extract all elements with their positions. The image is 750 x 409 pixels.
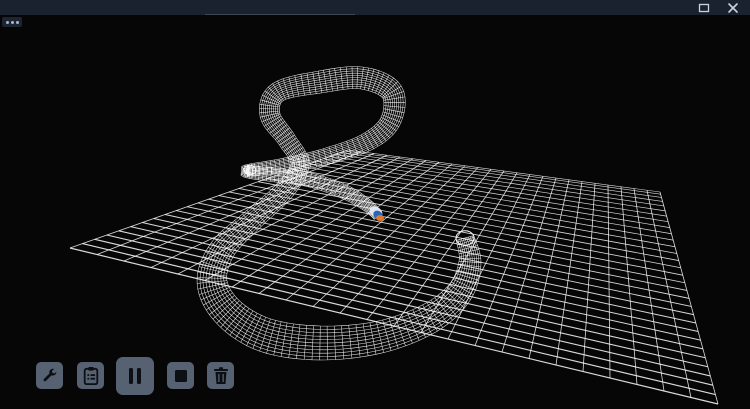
settings-button[interactable] (36, 362, 63, 389)
maximize-icon (698, 3, 710, 12)
close-icon (728, 2, 738, 13)
stop-icon (174, 369, 187, 382)
close-button[interactable] (724, 0, 742, 15)
trash-icon (213, 366, 228, 384)
bottom-toolbar (36, 357, 236, 395)
3d-viewport[interactable] (0, 15, 750, 409)
pause-icon (129, 368, 141, 384)
pause-button[interactable] (116, 357, 154, 395)
maximize-button[interactable] (695, 0, 713, 15)
title-bar (0, 0, 750, 15)
delete-button[interactable] (207, 362, 234, 389)
wrench-icon (43, 368, 56, 381)
clipboard-button[interactable] (77, 362, 104, 389)
clipboard-list-icon (83, 366, 98, 385)
wireframe-tube (196, 66, 482, 361)
stop-button[interactable] (167, 362, 194, 389)
